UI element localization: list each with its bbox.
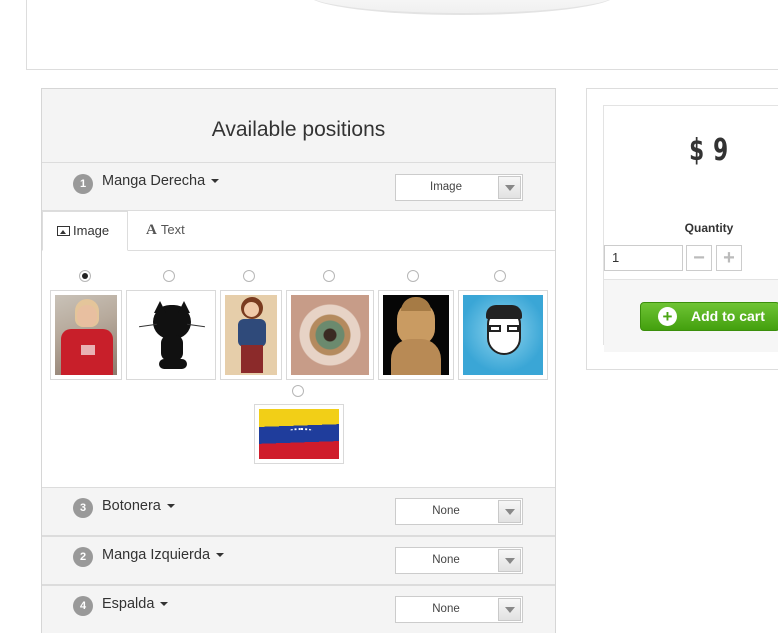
- position-type-select[interactable]: Image: [395, 174, 523, 201]
- buy-box-inner: $ 9 Quantity 1 − + + Add to cart: [603, 105, 778, 352]
- image-radio-1[interactable]: [79, 270, 91, 282]
- image-radio-5[interactable]: [407, 270, 419, 282]
- image-radio-7[interactable]: [292, 385, 304, 397]
- dropdown-arrow-icon[interactable]: [498, 598, 521, 621]
- tab-text[interactable]: A Text: [130, 211, 201, 251]
- caret-down-icon: [160, 602, 169, 607]
- image-radio-2[interactable]: [163, 270, 175, 282]
- image-radio-3[interactable]: [243, 270, 255, 282]
- quantity-minus-button[interactable]: −: [686, 245, 712, 271]
- add-to-cart-button[interactable]: + Add to cart: [640, 302, 778, 331]
- position-number-badge: 3: [73, 498, 93, 518]
- select-value: None: [432, 603, 460, 615]
- image-option-pinup-illustration[interactable]: [220, 290, 282, 380]
- dropdown-arrow-icon[interactable]: [498, 176, 521, 199]
- position-name[interactable]: Botonera: [102, 498, 175, 514]
- picture-icon: [57, 226, 70, 236]
- caret-down-icon: [216, 553, 225, 558]
- image-option-github-octocat[interactable]: [126, 290, 216, 380]
- position-row-manga-izquierda[interactable]: 2 Manga Izquierda None: [42, 536, 555, 585]
- dropdown-arrow-icon[interactable]: [498, 500, 521, 523]
- select-value: None: [432, 505, 460, 517]
- position-number-badge: 1: [73, 174, 93, 194]
- cart-area: + Add to cart: [604, 279, 778, 352]
- image-option-buddha-statue[interactable]: [378, 290, 454, 380]
- plus-circle-icon: +: [658, 307, 677, 326]
- position-type-select[interactable]: None: [395, 596, 523, 623]
- image-option-woman-red-shirt[interactable]: [50, 290, 122, 380]
- content-type-tabs: Image A Text: [42, 211, 555, 251]
- image-option-eye-closeup[interactable]: [286, 290, 374, 380]
- quantity-label: Quantity: [684, 221, 734, 235]
- select-value: None: [432, 554, 460, 566]
- image-radio-4[interactable]: [323, 270, 335, 282]
- position-row-espalda[interactable]: 4 Espalda None: [42, 585, 555, 633]
- image-option-venezuela-flag[interactable]: [254, 404, 344, 464]
- caret-down-icon: [166, 504, 175, 509]
- position-type-select[interactable]: None: [395, 498, 523, 525]
- select-value: Image: [430, 181, 462, 193]
- text-format-icon: A: [146, 222, 157, 238]
- product-price: $ 9: [689, 133, 729, 168]
- positions-panel: Available positions 1 Manga Derecha Imag…: [41, 88, 556, 633]
- position-row-manga-derecha[interactable]: 1 Manga Derecha Image: [42, 162, 555, 211]
- position-name[interactable]: Manga Derecha: [102, 173, 220, 189]
- dropdown-arrow-icon[interactable]: [498, 549, 521, 572]
- image-option-cartoon-avatar[interactable]: [458, 290, 548, 380]
- tab-image[interactable]: Image: [42, 211, 128, 251]
- image-radio-6[interactable]: [494, 270, 506, 282]
- position-number-badge: 2: [73, 547, 93, 567]
- quantity-input[interactable]: 1: [604, 245, 683, 271]
- buy-box: $ 9 Quantity 1 − + + Add to cart: [586, 88, 778, 370]
- product-image-card: [26, 0, 778, 70]
- caret-down-icon: [211, 179, 220, 184]
- position-row-botonera[interactable]: 3 Botonera None: [42, 487, 555, 536]
- position-name[interactable]: Manga Izquierda: [102, 547, 225, 563]
- position-number-badge: 4: [73, 596, 93, 616]
- position-type-select[interactable]: None: [395, 547, 523, 574]
- panel-title: Available positions: [42, 89, 555, 163]
- position-name[interactable]: Espalda: [102, 596, 169, 612]
- product-mug-image: [307, 0, 617, 15]
- quantity-plus-button[interactable]: +: [716, 245, 742, 271]
